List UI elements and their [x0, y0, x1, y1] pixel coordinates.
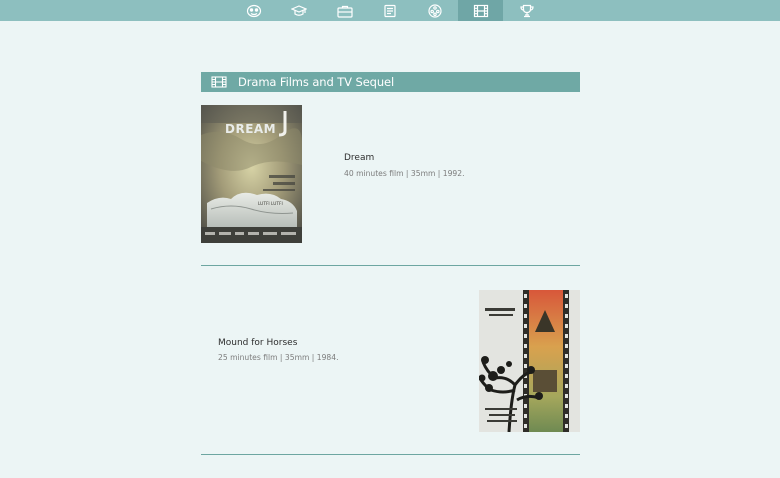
- film-poster-dream[interactable]: DREAM LUTFI LUTFI: [201, 105, 302, 243]
- nav-item-awards[interactable]: [504, 0, 549, 21]
- briefcase-icon: [336, 5, 353, 18]
- poster-title-text: DREAM: [225, 122, 276, 136]
- film-title[interactable]: Dream: [344, 153, 374, 163]
- trophy-icon: [519, 4, 534, 17]
- film-meta: 40 minutes film | 35mm | 1992.: [344, 169, 465, 178]
- nav-item-career[interactable]: [322, 0, 367, 21]
- poster-artwork: [479, 290, 580, 432]
- section-header: Drama Films and TV Sequel: [201, 72, 580, 92]
- nav-item-education[interactable]: [276, 0, 321, 21]
- poster-artwork: DREAM LUTFI LUTFI: [201, 105, 302, 243]
- nav-item-films[interactable]: [412, 0, 457, 21]
- film-meta: 25 minutes film | 35mm | 1984.: [218, 353, 339, 362]
- section-title: Drama Films and TV Sequel: [238, 75, 395, 89]
- nav-item-drama[interactable]: [458, 0, 503, 21]
- graduation-cap-icon: [290, 4, 307, 16]
- divider: [201, 265, 580, 266]
- film-strip-icon: [211, 76, 227, 88]
- film-reel-icon: [427, 3, 442, 18]
- nav-item-theatre[interactable]: [231, 0, 276, 21]
- book-icon: [383, 4, 396, 17]
- film-title[interactable]: Mound for Horses: [218, 338, 297, 348]
- top-navigation: [0, 0, 780, 21]
- mask-icon: [246, 4, 261, 17]
- poster-credit-text: LUTFI LUTFI: [258, 201, 283, 207]
- film-poster-mound-for-horses[interactable]: [479, 290, 580, 432]
- nav-item-publications[interactable]: [367, 0, 412, 21]
- divider: [201, 454, 580, 455]
- film-strip-icon: [473, 4, 488, 17]
